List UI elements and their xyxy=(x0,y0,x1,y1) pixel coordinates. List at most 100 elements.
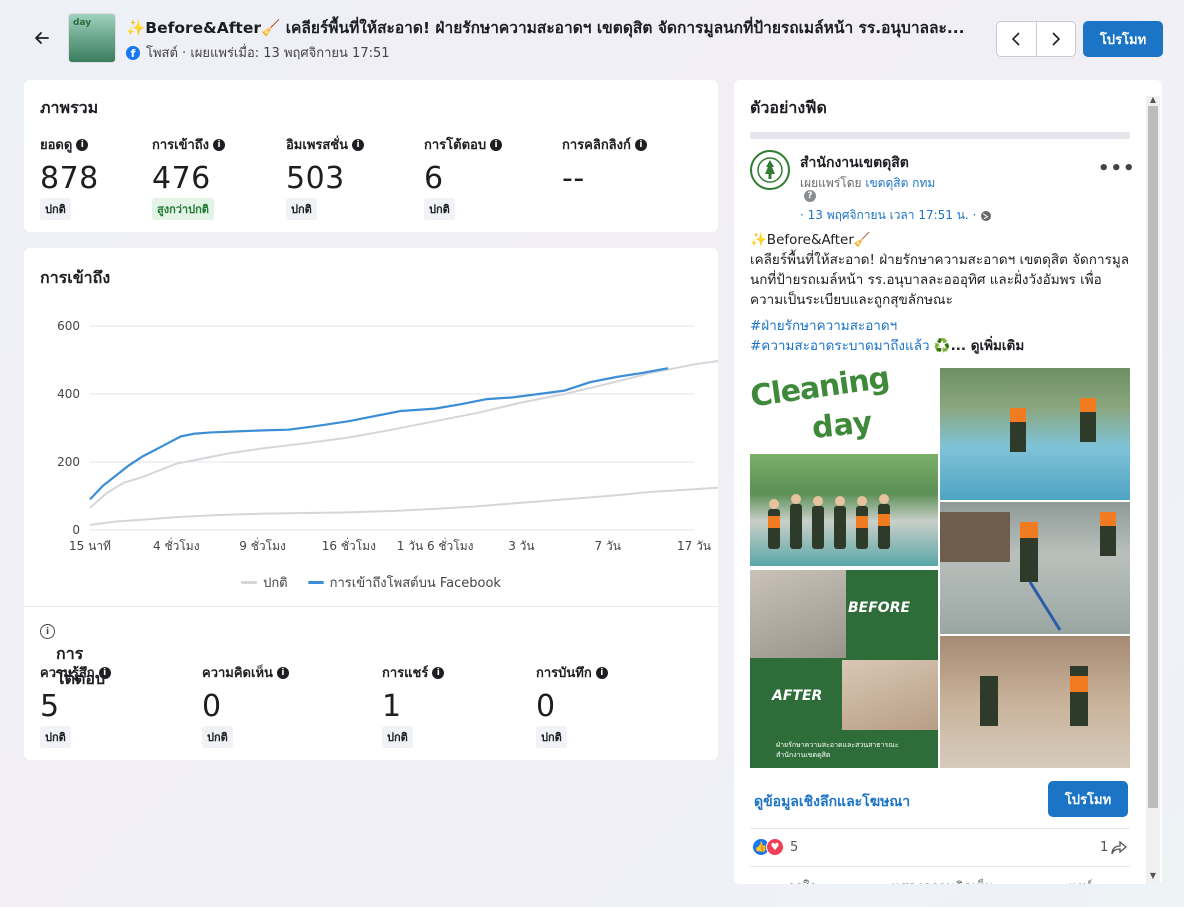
info-icon[interactable]: i xyxy=(76,138,89,151)
like-action[interactable]: ถูกใจ xyxy=(787,876,817,884)
hashtag-1[interactable]: #ฝ่ายรักษาความสะอาดฯ xyxy=(750,316,1134,336)
overview-title: ภาพรวม xyxy=(40,98,99,117)
info-icon[interactable]: i xyxy=(352,138,365,151)
info-icon[interactable]: i xyxy=(490,138,503,151)
metric-value: 503 xyxy=(286,161,345,196)
photo-sweeping-2[interactable] xyxy=(940,502,1130,634)
reaction-count: 5 xyxy=(790,839,799,855)
photo-cleaning-day[interactable]: Cleaning day xyxy=(750,368,938,454)
previous-post-button[interactable] xyxy=(997,22,1037,56)
info-icon[interactable]: i xyxy=(432,666,445,679)
overview-metric: อิมเพรสชั่น i 503 ปกติ xyxy=(286,134,365,220)
series-line-0[interactable] xyxy=(89,357,738,509)
series-line-2[interactable] xyxy=(89,367,669,501)
scrollbar-thumb[interactable] xyxy=(1148,106,1158,808)
photo-before-after[interactable]: BEFORE AFTER ฝ่ายรักษาความสะอาดและสวนสาธ… xyxy=(750,570,938,768)
status-badge: ปกติ xyxy=(382,726,413,748)
more-options-icon[interactable]: ••• xyxy=(1098,158,1136,179)
feed-preview-card: ตัวอย่างฟีด สำนักงานเขตดุสิต เผยแพร่โดย … xyxy=(734,80,1162,884)
info-icon[interactable]: i xyxy=(98,666,111,679)
engagement-metric: การแชร์ i 1 ปกติ xyxy=(382,662,445,748)
info-icon[interactable]: i xyxy=(595,666,608,679)
photo-caption: ฝ่ายรักษาความสะอาดและสวนสาธารณะ สำนักงาน… xyxy=(776,740,899,760)
hashtag-2[interactable]: #ความสะอาดระบาดมาถึงแล้ว ♻️ xyxy=(750,338,951,354)
reactions-summary[interactable]: 👍 ♥ 5 xyxy=(752,838,798,856)
page-logo[interactable] xyxy=(750,150,790,190)
feed-scrollbar[interactable]: ▲ ▼ xyxy=(1146,96,1160,884)
metric-label-text: การแชร์ xyxy=(382,666,429,681)
share-count[interactable]: 1 xyxy=(1100,840,1128,855)
engagement-title: การโต้ตอบ i xyxy=(40,624,105,688)
page-name[interactable]: สำนักงานเขตดุสิต xyxy=(800,152,909,174)
photo-group[interactable] xyxy=(750,454,938,566)
metric-value: -- xyxy=(562,161,585,196)
reactions-divider xyxy=(750,828,1130,829)
chart-legend: ปกติ การเข้าถึงโพสต์บน Facebook xyxy=(24,572,718,593)
help-icon[interactable]: ? xyxy=(804,190,816,202)
photo-text-day: day xyxy=(810,404,875,447)
comment-action[interactable]: แสดงความคิดเห็น xyxy=(892,876,994,884)
metric-label: การโต้ตอบ i xyxy=(424,134,503,155)
scroll-down-icon[interactable]: ▼ xyxy=(1148,872,1158,880)
x-tick-label: 7 วัน xyxy=(595,539,621,553)
metric-label-text: ยอดดู xyxy=(40,138,73,153)
metric-label-text: อิมเพรสชั่น xyxy=(286,138,349,153)
post-photo-grid[interactable]: Cleaning day BEFORE AFTER ฝ่ายรักษาความส… xyxy=(750,368,1130,768)
next-post-button[interactable] xyxy=(1037,22,1076,56)
post-header: day ✨Before&After🧹 เคลียร์พื้นที่ให้สะอา… xyxy=(0,0,1184,78)
photo-sweeping-1[interactable] xyxy=(940,368,1130,500)
overview-metric: การโต้ตอบ i 6 ปกติ xyxy=(424,134,503,220)
metric-label-text: การเข้าถึง xyxy=(152,138,210,153)
post-text-body: เคลียร์พื้นที่ให้สะอาด! ฝ่ายรักษาความสะอ… xyxy=(750,252,1129,308)
y-tick-label: 400 xyxy=(57,387,80,401)
posted-by-prefix: เผยแพร่โดย xyxy=(800,176,862,190)
post-navigation xyxy=(996,21,1076,57)
section-divider xyxy=(24,606,718,607)
x-tick-label: 17 วัน xyxy=(677,539,711,553)
metric-label-text: ความคิดเห็น xyxy=(202,666,273,681)
y-tick-label: 0 xyxy=(72,523,80,537)
feed-promote-button[interactable]: โปรโมท xyxy=(1048,781,1128,817)
x-tick-label: 4 ชั่วโมง xyxy=(153,537,200,553)
photo-caption-2: สำนักงานเขตดุสิต xyxy=(776,751,831,759)
photo-sweeping-3[interactable] xyxy=(940,636,1130,768)
post-subline: f โพสต์ · เผยแพร่เมื่อ: 13 พฤศจิกายน 17:… xyxy=(126,42,390,63)
sweeping-illustration-1 xyxy=(1010,398,1096,452)
metric-value: 5 xyxy=(40,689,60,724)
series-line-1[interactable] xyxy=(89,485,738,526)
metric-label: การคลิกลิงก์ i xyxy=(562,134,647,155)
legend-item-normal[interactable]: ปกติ xyxy=(241,572,288,593)
feed-top-bar xyxy=(750,132,1130,139)
legend-label-normal: ปกติ xyxy=(263,576,288,591)
post-title: ✨Before&After🧹 เคลียร์พื้นที่ให้สะอาด! ฝ… xyxy=(126,19,965,37)
posted-by-link[interactable]: เขตดุสิต กทม xyxy=(865,176,935,190)
thumbnail-text: day xyxy=(73,18,92,28)
status-badge: ปกติ xyxy=(40,198,71,220)
legend-swatch-normal xyxy=(241,581,258,584)
info-icon[interactable]: i xyxy=(634,138,647,151)
insights-ads-link[interactable]: ดูข้อมูลเชิงลึกและโฆษณา xyxy=(754,791,910,813)
info-icon[interactable]: i xyxy=(276,666,289,679)
x-tick-label: 3 วัน xyxy=(508,539,534,553)
reach-title: การเข้าถึง xyxy=(40,268,111,287)
metric-label: การเข้าถึง i xyxy=(152,134,226,155)
overview-metric: ยอดดู i 878 ปกติ xyxy=(40,134,99,220)
back-arrow-icon[interactable] xyxy=(28,24,56,52)
scroll-up-icon[interactable]: ▲ xyxy=(1148,96,1158,104)
photo-text-before: BEFORE xyxy=(848,600,911,616)
info-icon[interactable]: i xyxy=(40,624,55,639)
promote-button[interactable]: โปรโมท xyxy=(1083,21,1163,57)
overview-metric: การเข้าถึง i 476 สูงกว่าปกติ xyxy=(152,134,226,220)
post-text: ✨Before&After🧹 เคลียร์พื้นที่ให้สะอาด! ฝ… xyxy=(750,230,1134,356)
post-date-text[interactable]: · 13 พฤศจิกายน เวลา 17:51 น. · xyxy=(800,206,976,225)
engagement-metric: ความคิดเห็น i 0 ปกติ xyxy=(202,662,289,748)
metric-label-text: ความรู้สึก xyxy=(40,666,95,681)
metric-label: การบันทึก i xyxy=(536,662,608,683)
metric-label: การแชร์ i xyxy=(382,662,445,683)
legend-item-reach[interactable]: การเข้าถึงโพสต์บน Facebook xyxy=(307,572,501,593)
metric-label: ความรู้สึก i xyxy=(40,662,111,683)
see-more-link[interactable]: ... ดูเพิ่มเติม xyxy=(951,338,1025,354)
info-icon[interactable]: i xyxy=(213,138,226,151)
share-action[interactable]: แชร์ xyxy=(1068,876,1092,884)
photo-text-after: AFTER xyxy=(772,688,823,704)
